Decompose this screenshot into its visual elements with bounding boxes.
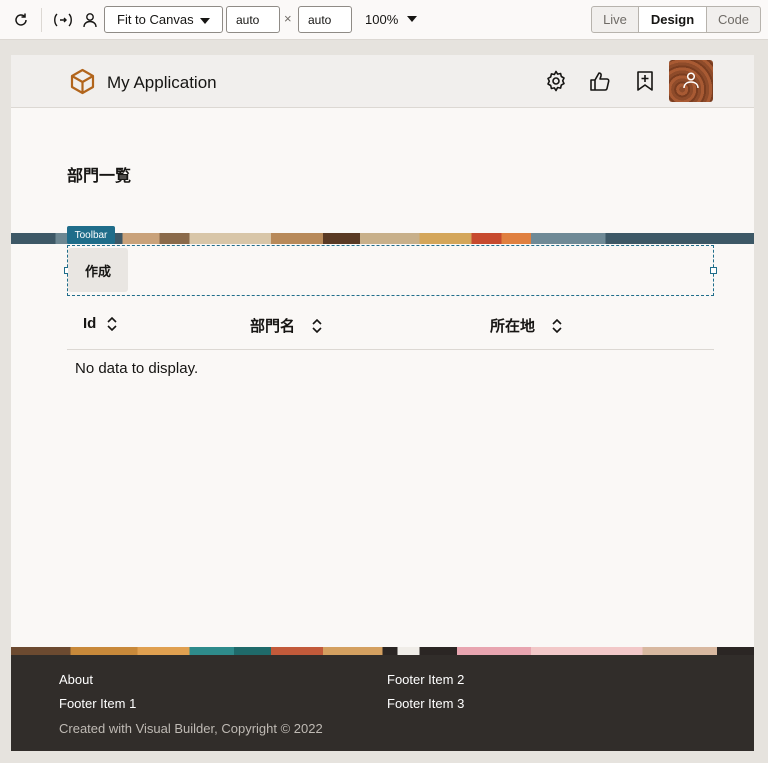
- footer-link-item-2[interactable]: Footer Item 2: [387, 672, 464, 687]
- divider: [41, 8, 42, 32]
- footer-link-item-3[interactable]: Footer Item 3: [387, 696, 464, 711]
- create-button[interactable]: 作成: [68, 248, 128, 292]
- live-mode-button[interactable]: Live: [591, 6, 639, 33]
- resize-handle-right[interactable]: [710, 267, 717, 274]
- footer-link-item-1[interactable]: Footer Item 1: [59, 696, 136, 711]
- height-input[interactable]: auto: [298, 6, 352, 33]
- column-header-id[interactable]: Id: [83, 315, 118, 332]
- chevron-down-icon[interactable]: [407, 16, 417, 22]
- footer-copyright: Created with Visual Builder, Copyright ©…: [59, 721, 323, 736]
- column-header-dept-name[interactable]: 部門名: [250, 315, 323, 336]
- footer-link-about[interactable]: About: [59, 672, 93, 687]
- column-label: 部門名: [250, 318, 296, 335]
- sort-icon[interactable]: [311, 318, 323, 333]
- design-mode-button[interactable]: Design: [639, 6, 706, 33]
- app-logo-icon: [69, 68, 96, 95]
- avatar[interactable]: [669, 60, 713, 102]
- mode-switcher: Live Design Code: [591, 6, 761, 33]
- code-mode-button[interactable]: Code: [706, 6, 761, 33]
- column-label: Id: [83, 315, 97, 332]
- bookmark-add-icon[interactable]: [634, 70, 656, 92]
- app-header: My Application: [11, 55, 754, 108]
- zoom-select[interactable]: 100%: [365, 12, 398, 27]
- refresh-icon[interactable]: [10, 9, 32, 31]
- user-icon[interactable]: [79, 9, 101, 31]
- toolbar-badge[interactable]: Toolbar: [67, 226, 115, 244]
- fit-to-canvas-select[interactable]: Fit to Canvas: [104, 6, 223, 33]
- design-canvas: My Application 部門一覧 Toolbar 作成 Id 部門名 所在: [11, 55, 754, 751]
- designer-toolbar: Fit to Canvas auto × auto 100% Live Desi…: [0, 0, 768, 40]
- table-header: Id 部門名 所在地: [67, 305, 714, 350]
- fit-select-label: Fit to Canvas: [117, 12, 194, 27]
- sort-icon[interactable]: [106, 316, 118, 331]
- variable-icon[interactable]: [51, 9, 75, 31]
- times-sign: ×: [284, 11, 292, 26]
- chevron-down-icon: [200, 18, 210, 24]
- empty-table-message: No data to display.: [75, 360, 199, 377]
- footer-decorative-banner: [11, 647, 754, 655]
- user-icon: [683, 72, 699, 89]
- app-title: My Application: [107, 73, 217, 92]
- toolbar-selection-frame[interactable]: [64, 245, 717, 296]
- column-header-location[interactable]: 所在地: [490, 315, 563, 336]
- decorative-banner: [11, 233, 754, 244]
- app-footer: About Footer Item 1 Footer Item 2 Footer…: [11, 655, 754, 751]
- settings-icon[interactable]: [545, 70, 567, 92]
- sort-icon[interactable]: [551, 318, 563, 333]
- column-label: 所在地: [490, 318, 536, 335]
- page-title: 部門一覧: [67, 168, 132, 185]
- width-input[interactable]: auto: [226, 6, 280, 33]
- thumbs-up-icon[interactable]: [589, 70, 611, 92]
